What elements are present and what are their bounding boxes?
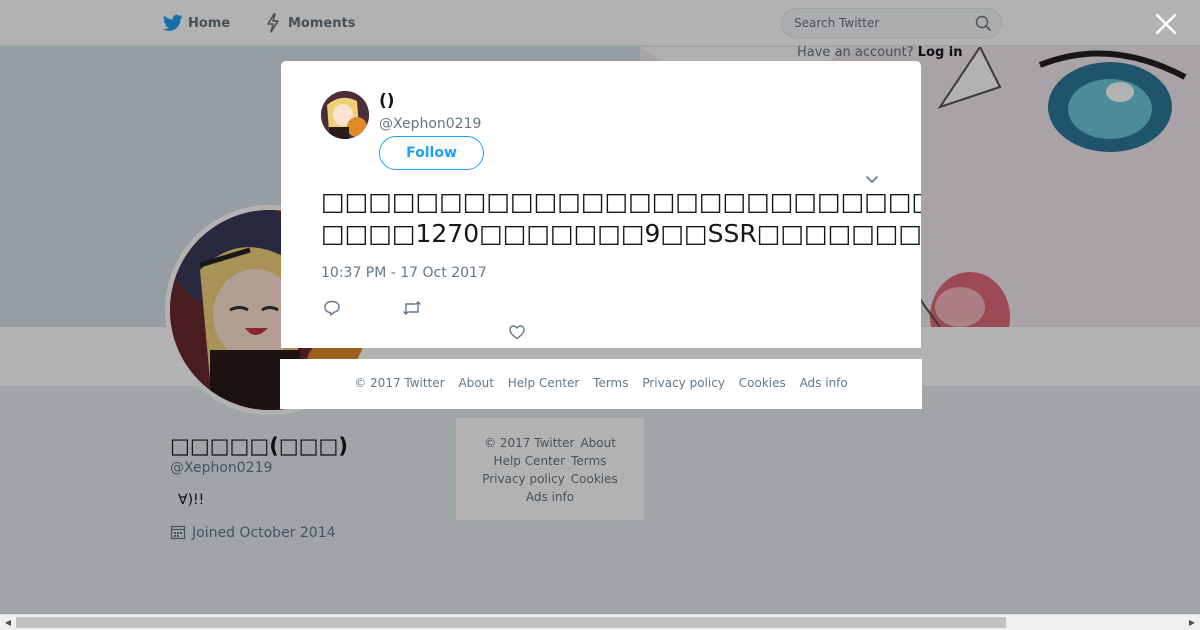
horizontal-scrollbar[interactable]: ◀ ▶ <box>0 614 1200 630</box>
retweet-icon <box>403 301 421 315</box>
follow-button[interactable]: Follow <box>379 136 484 170</box>
tweet-timestamp[interactable]: 10:37 PM - 17 Oct 2017 <box>321 265 487 281</box>
scrollbar-thumb[interactable] <box>16 617 1006 628</box>
retweet-button[interactable] <box>401 297 423 319</box>
reply-button[interactable] <box>321 297 343 319</box>
tweet-author-username[interactable]: @Xephon0219 <box>379 116 481 132</box>
modal-footer: © 2017 Twitter About Help Center Terms P… <box>280 359 922 409</box>
tweet-modal: () @Xephon0219 Follow □□□□□□□□□□□□□□□□□□… <box>281 61 921 348</box>
heart-icon <box>509 325 525 340</box>
modal-footer-help-link[interactable]: Help Center <box>508 376 580 390</box>
modal-footer-cookies-link[interactable]: Cookies <box>739 376 786 390</box>
close-icon[interactable] <box>1153 11 1179 37</box>
modal-footer-terms-link[interactable]: Terms <box>593 376 628 390</box>
modal-footer-privacy-link[interactable]: Privacy policy <box>642 376 725 390</box>
chevron-down-icon[interactable] <box>864 171 880 187</box>
like-button[interactable] <box>506 321 528 343</box>
reply-icon <box>324 300 340 316</box>
tweet-text: □□□□□□□□□□□□□□□□□□□□□□□□□□□□□□□□□□□□□□□□… <box>321 186 921 250</box>
modal-footer-about-link[interactable]: About <box>458 376 493 390</box>
tweet-text-line-1: □□□□□□□□□□□□□□□□□□□□□□□□□□□□□□□□□□□□□□□□… <box>321 187 921 216</box>
tweet-author-fullname[interactable]: () <box>379 91 395 111</box>
modal-footer-copyright: © 2017 Twitter <box>354 376 445 390</box>
scroll-left-arrow-icon[interactable]: ◀ <box>0 615 16 630</box>
modal-footer-ads-link[interactable]: Ads info <box>800 376 848 390</box>
scroll-right-arrow-icon[interactable]: ▶ <box>1184 615 1200 630</box>
tweet-author-avatar[interactable] <box>321 91 369 139</box>
tweet-text-line-2: □□□□1270□□□□□□□9□□SSR□□□□□□□□□□□□□□□□□□□… <box>321 219 921 248</box>
